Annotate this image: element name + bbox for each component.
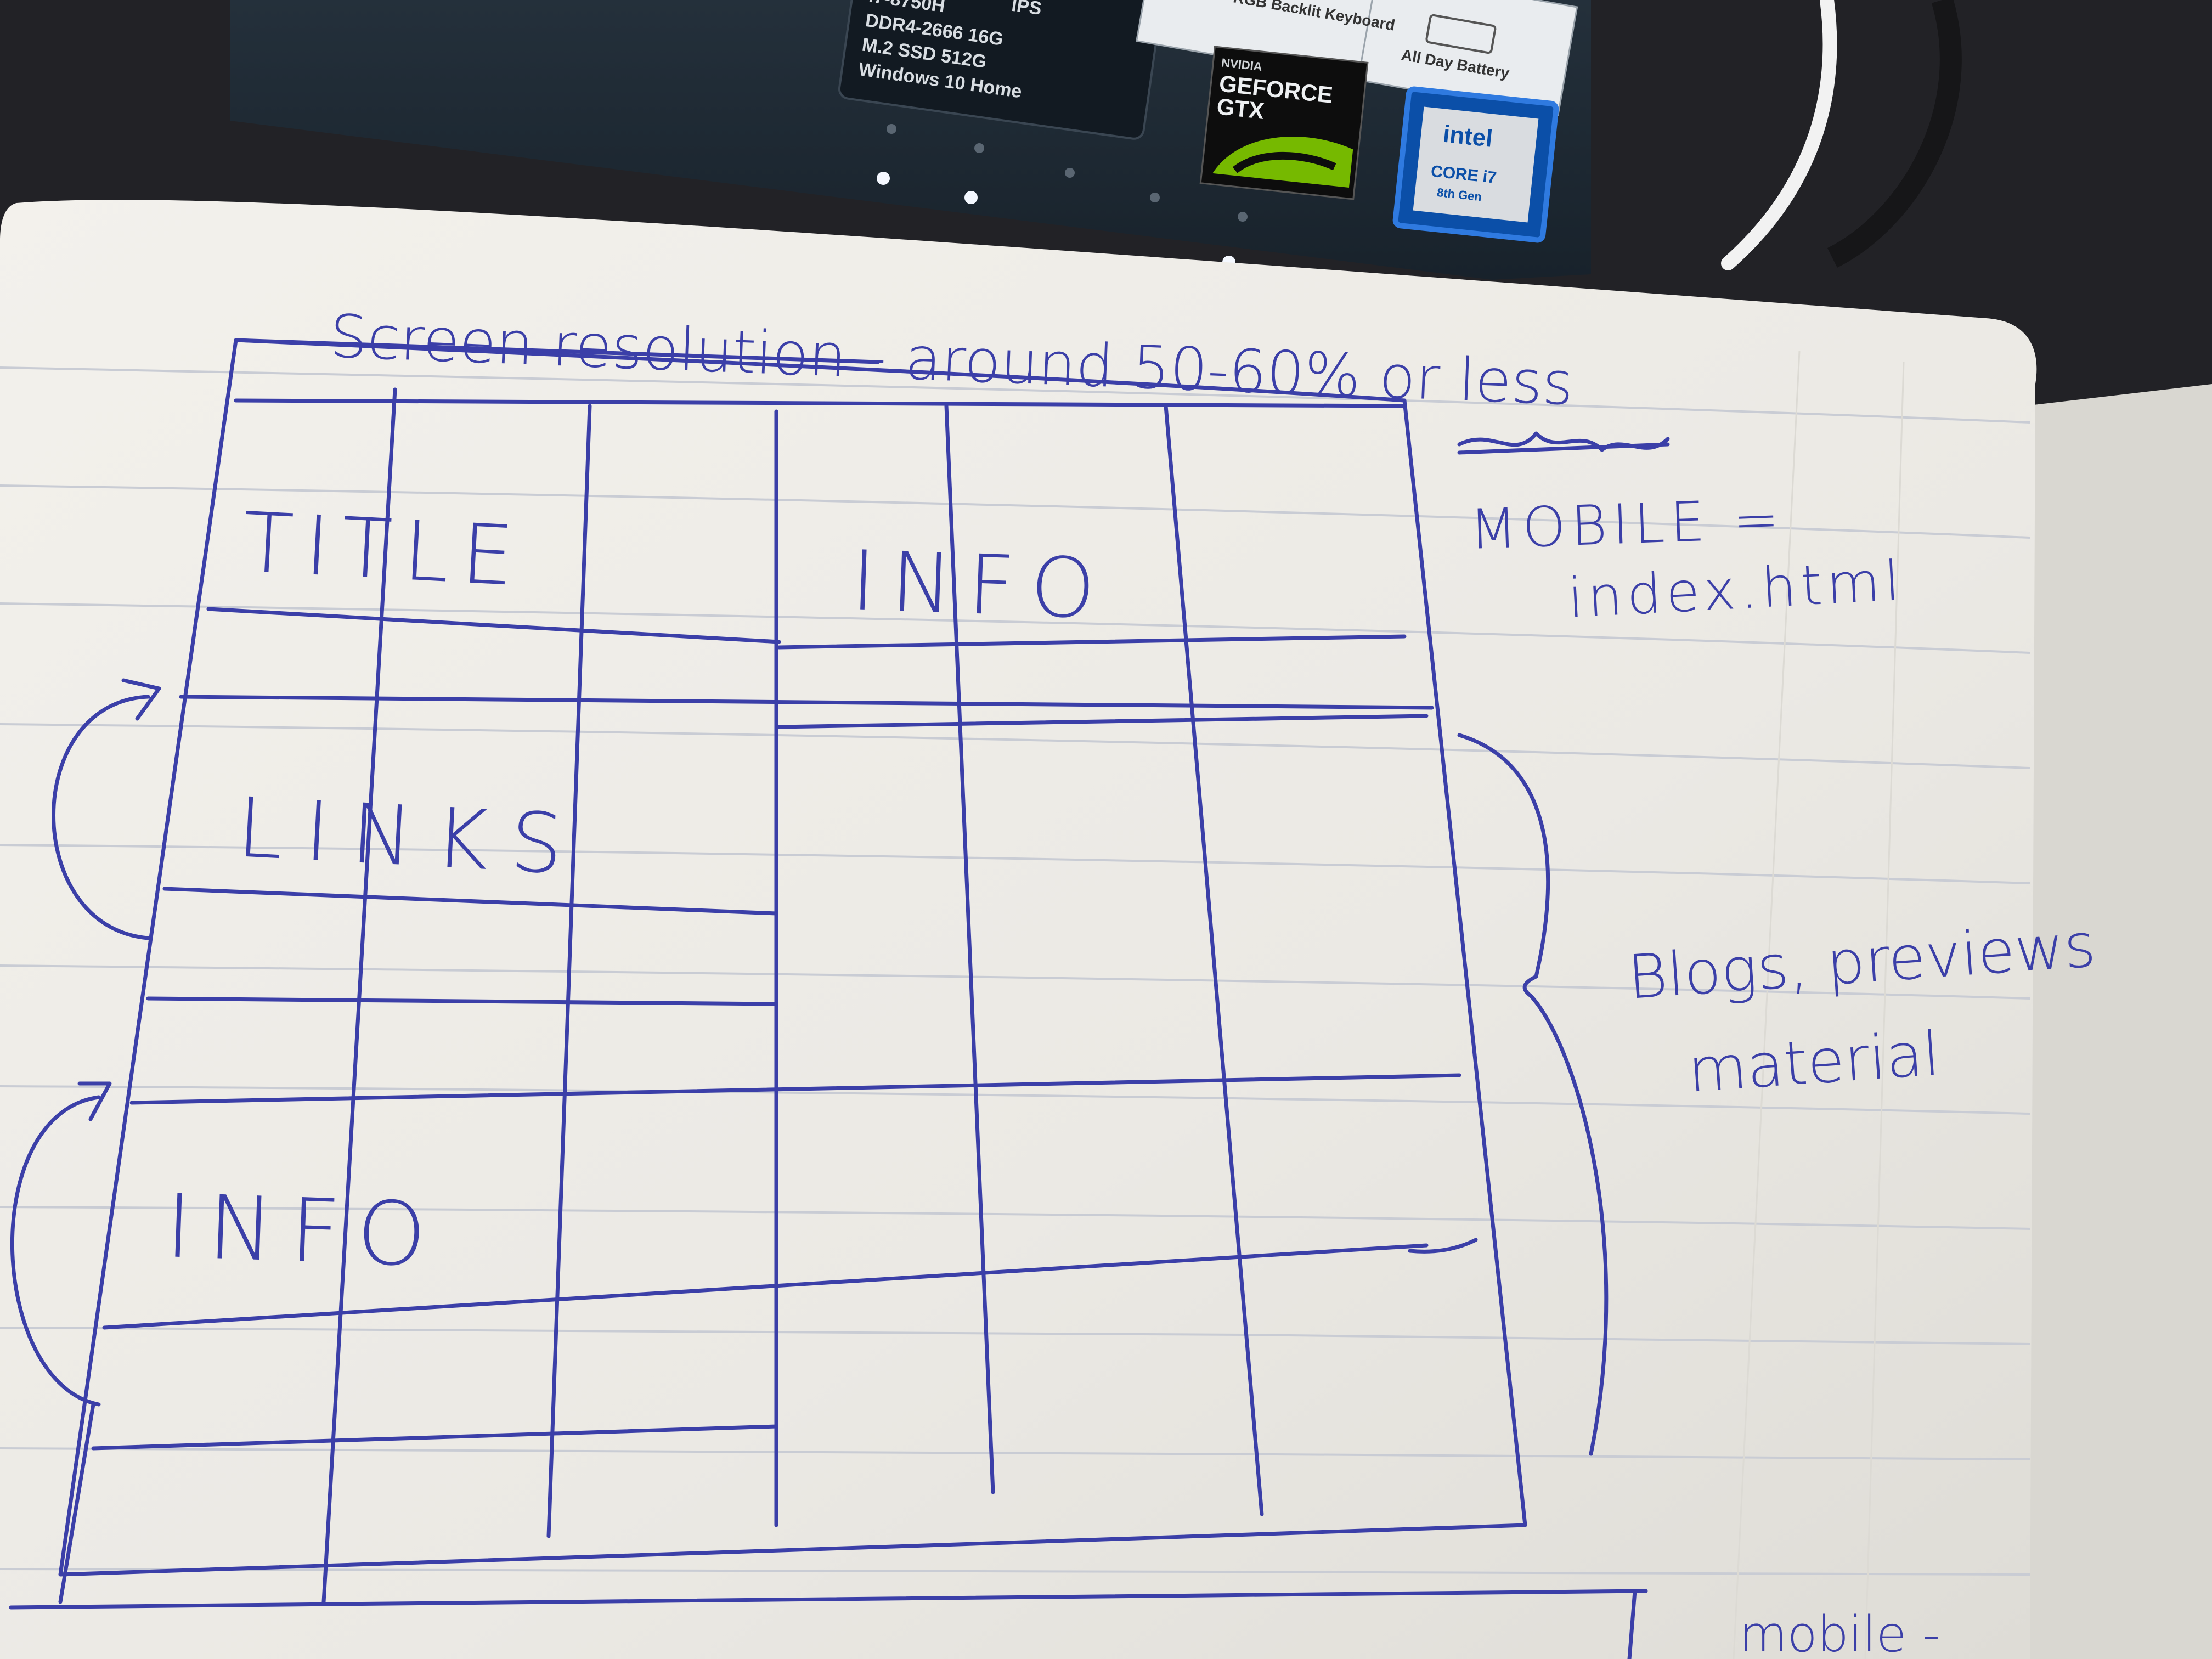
side-note-mobile: MOBILE =: [1469, 487, 1786, 562]
geforce-sticker: NVIDIA GEFORCE GTX: [1199, 46, 1369, 200]
links-cell-label: LINKS: [235, 780, 587, 894]
led-icon: [964, 191, 978, 204]
info-cell-label-bottom: INFO: [164, 1175, 444, 1287]
bottom-fragment-note: mobile -: [1739, 1606, 1940, 1659]
gpu-line-2: GTX: [1216, 93, 1266, 124]
info-cell-label-top: INFO: [850, 533, 1113, 637]
led-icon: [877, 172, 890, 185]
title-cell-label: TITLE: [240, 495, 528, 605]
intel-sticker: intel CORE i7 8th Gen: [1392, 86, 1559, 243]
scene-svg: IPS i7-8750H DDR4-2666 16G M.2 SSD 512G …: [0, 0, 2212, 1659]
intel-brand: intel: [1442, 121, 1494, 153]
photo-scene: IPS i7-8750H DDR4-2666 16G M.2 SSD 512G …: [0, 0, 2212, 1659]
